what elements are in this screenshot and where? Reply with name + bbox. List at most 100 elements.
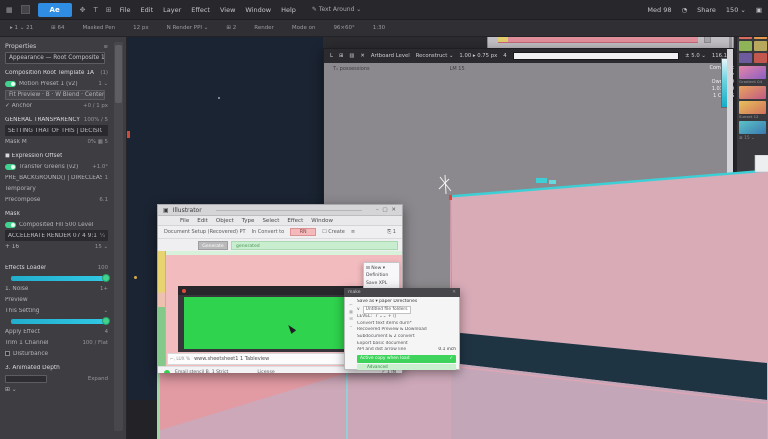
- panel-row[interactable]: Appearance — Root Composite 1A: [5, 52, 108, 64]
- dialog-option[interactable]: Subdocument & 2 convert: [357, 334, 415, 341]
- strip-handle[interactable]: [704, 36, 711, 43]
- tolerance-dropdown[interactable]: ± 5.0 ⌄: [685, 53, 706, 59]
- slider-knob[interactable]: [102, 274, 110, 282]
- options-bar-item[interactable]: N Render PPI ⌄: [167, 25, 209, 31]
- topbar-right-item[interactable]: 150 ⌄: [726, 6, 746, 14]
- panel-row[interactable]: This Setting ⌄: [5, 305, 108, 316]
- panel-scrollbar[interactable]: [114, 42, 123, 431]
- menu-item[interactable]: Layer: [163, 6, 181, 14]
- document-setup-label[interactable]: Document Setup (Recovered) PT: [164, 229, 246, 235]
- options-bar-item[interactable]: 96×60°: [333, 25, 354, 31]
- toggle-pill[interactable]: [5, 81, 16, 87]
- active-tool-label[interactable]: ✎ Text Around ⌄: [312, 6, 361, 13]
- gradient-swatch[interactable]: [739, 101, 766, 114]
- panel-row[interactable]: Properties ≡: [5, 41, 108, 52]
- reconstruct-dropdown[interactable]: Reconstruct ⌄: [416, 53, 454, 59]
- panel-row[interactable]: Transfer Greens (v2) +1.0°: [5, 161, 108, 172]
- type-tool-icon[interactable]: T: [94, 6, 98, 14]
- rail-icon[interactable]: ▦: [347, 308, 355, 315]
- panel-row[interactable]: ACCELERATE RENDER 07 4 9:16:02:00 ¼: [5, 230, 108, 241]
- copy-icon[interactable]: ⎘ 1: [387, 229, 396, 235]
- selection-handle[interactable]: [536, 178, 547, 183]
- folder-field[interactable]: Untitled file folders: [363, 306, 411, 315]
- window-controls[interactable]: – ▢ ✕: [376, 207, 397, 213]
- side-menu-item[interactable]: Definition: [366, 272, 397, 279]
- convert-label[interactable]: In Convert to: [252, 229, 285, 235]
- panel-row[interactable]: Disturbance: [5, 348, 108, 359]
- panel-row[interactable]: Composition Root Template 1A (1): [5, 67, 108, 78]
- input-value[interactable]: www.sheetsheet1 1 Tableview: [194, 356, 269, 362]
- slider[interactable]: [11, 319, 108, 324]
- menu-item[interactable]: Edit: [141, 6, 154, 14]
- gradient-swatch[interactable]: [739, 86, 766, 99]
- panel-row[interactable]: ⊞ ⌄: [5, 384, 108, 395]
- dialog-option[interactable]: Export basic document: [357, 341, 408, 348]
- green-screen-preview[interactable]: [184, 297, 356, 349]
- panel-row[interactable]: 3. Animated Depth: [5, 362, 108, 373]
- search-input[interactable]: [513, 52, 680, 60]
- options-bar-item[interactable]: ⊞ 2: [226, 25, 236, 31]
- libraries-footer[interactable]: ≣ 15 ⌄: [739, 136, 766, 141]
- color-mode-field[interactable]: RN: [290, 228, 316, 236]
- gradient-swatch[interactable]: [739, 121, 766, 134]
- options-bar-item[interactable]: ▸ 1 ⌄ 21: [10, 25, 33, 31]
- scale-values[interactable]: 1.00 ▸ 0.75 px: [459, 53, 497, 59]
- options-bar-item[interactable]: 12 px: [133, 25, 149, 31]
- panel-row[interactable]: Temporary: [5, 183, 108, 194]
- panel-row[interactable]: Trim 1 Channel 100 / Flat: [5, 337, 108, 348]
- generated-field[interactable]: generated: [231, 241, 398, 250]
- hamburger-icon[interactable]: ≡: [351, 229, 355, 235]
- menu-item[interactable]: View: [220, 6, 235, 14]
- menu-item[interactable]: Window: [311, 218, 333, 224]
- menu-item[interactable]: Effect: [287, 218, 303, 224]
- panel-row[interactable]: Composited Fill 500 Level: [5, 219, 108, 230]
- panel-row[interactable]: + 16 15 ⌄: [5, 241, 108, 252]
- panel-row[interactable]: Preview: [5, 294, 108, 305]
- color-swatch[interactable]: [754, 41, 767, 51]
- topbar-right-item[interactable]: ▣: [756, 6, 762, 14]
- options-bar-item[interactable]: Mode on: [292, 25, 316, 31]
- create-checkbox[interactable]: ☐ Create: [322, 229, 345, 235]
- close-icon[interactable]: ✕: [452, 290, 456, 295]
- panel-scrollbar-thumb[interactable]: [115, 45, 122, 103]
- panel-row[interactable]: Fit Preview · B · W Blend · Center: [5, 89, 108, 100]
- rail-icon[interactable]: ⌐: [347, 301, 355, 308]
- menu-item[interactable]: Select: [262, 218, 279, 224]
- panel-row[interactable]: 1. Noise 1+: [5, 283, 108, 294]
- color-swatch[interactable]: [739, 41, 752, 51]
- checkbox[interactable]: [5, 351, 10, 356]
- menu-item[interactable]: File: [120, 6, 131, 14]
- menu-item[interactable]: File: [180, 218, 189, 224]
- l-tool-icon[interactable]: L: [330, 53, 333, 59]
- options-bar-item[interactable]: 1:30: [373, 25, 385, 31]
- rail-icon[interactable]: ⊞: [347, 315, 355, 322]
- level-value[interactable]: 7 ⌄⌄ + ⟨⟩: [375, 314, 396, 321]
- panel-row[interactable]: Effects Loader 100: [5, 262, 108, 273]
- slider[interactable]: [11, 276, 108, 281]
- side-menu-item[interactable]: ⊟ New ▾: [366, 265, 397, 272]
- gradient-strip[interactable]: [498, 37, 698, 43]
- color-swatch[interactable]: [754, 53, 767, 63]
- panel-row[interactable]: Motion Preset 1 (v2) 1 ⌄: [5, 78, 108, 89]
- toggle-pill[interactable]: [5, 222, 16, 228]
- grid-icon[interactable]: ⊞: [339, 53, 343, 59]
- selected-option-row[interactable]: Active copy when load ✓: [357, 355, 456, 363]
- artboard-label[interactable]: Artboard Level: [371, 53, 410, 59]
- panel-row[interactable]: Mask M 0% ▦ 5: [5, 136, 108, 147]
- panel-row[interactable]: [5, 252, 108, 259]
- slider-knob[interactable]: [102, 317, 110, 325]
- panel-icon[interactable]: ▥: [349, 53, 354, 59]
- dialog-option[interactable]: Recovered Preview & Download: [357, 327, 427, 334]
- dialog-titlebar[interactable]: make ✕: [344, 288, 460, 297]
- topbar-right-item[interactable]: Share: [697, 6, 716, 14]
- move-tool-icon[interactable]: ✥: [80, 6, 86, 14]
- app-badge[interactable]: Ae: [38, 3, 72, 17]
- selection-handle-small[interactable]: [549, 180, 556, 184]
- panel-row[interactable]: Precompose 6.1: [5, 194, 108, 205]
- distance-value[interactable]: 0.1 inch: [438, 347, 456, 354]
- grid-tool-icon[interactable]: ⊞: [106, 6, 112, 14]
- topbar-right-item[interactable]: ◔: [681, 6, 687, 14]
- rail-icon[interactable]: ⌄: [347, 322, 355, 329]
- panel-row[interactable]: Mask: [5, 208, 108, 219]
- white-tab[interactable]: [755, 155, 768, 172]
